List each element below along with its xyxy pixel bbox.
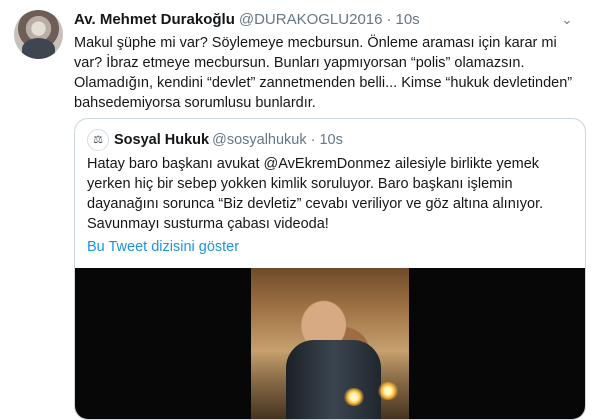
quoted-tweet-header: Sosyal Hukuk @sosyalhukuk · 10s — [114, 130, 343, 150]
light-glare — [377, 382, 399, 400]
video-person — [286, 340, 381, 419]
chevron-down-icon[interactable]: ⌄ — [558, 11, 576, 29]
tweet-text: Makul şüphe mi var? Söylemeye mecbursun.… — [74, 35, 573, 111]
timestamp-separator: · — [386, 11, 392, 28]
quoted-author-name[interactable]: Sosyal Hukuk — [114, 132, 209, 148]
quoted-tweet-card[interactable]: ⚖ Sosyal Hukuk @sosyalhukuk · 10s Hatay bar… — [74, 118, 586, 420]
video-thumbnail[interactable] — [251, 268, 409, 419]
scale-logo-icon[interactable]: ⚖ — [87, 129, 109, 151]
tweet-time[interactable]: 10s — [395, 11, 419, 28]
author-avatar[interactable] — [14, 10, 63, 59]
quoted-tweet-text: Hatay baro başkanı avukat @AvEkremDonmez… — [87, 156, 544, 232]
light-glare — [343, 388, 365, 406]
show-thread-link[interactable]: Bu Tweet dizisini göster — [87, 237, 239, 257]
author-name[interactable]: Av. Mehmet Durakoğlu — [74, 11, 235, 28]
quoted-timestamp-separator: · — [310, 132, 316, 148]
quoted-author-handle[interactable]: @sosyalhukuk — [212, 132, 307, 148]
video-player[interactable] — [75, 268, 585, 419]
tweet[interactable]: Av. Mehmet Durakoğlu @DURAKOGLU2016 · 10s ⌄… — [0, 0, 596, 420]
scale-icon: ⚖ — [93, 134, 103, 146]
author-handle[interactable]: @DURAKOGLU2016 — [239, 11, 383, 28]
quoted-tweet-time[interactable]: 10s — [319, 132, 342, 148]
tweet-header: Av. Mehmet Durakoğlu @DURAKOGLU2016 · 10s ⌄ — [74, 10, 576, 32]
